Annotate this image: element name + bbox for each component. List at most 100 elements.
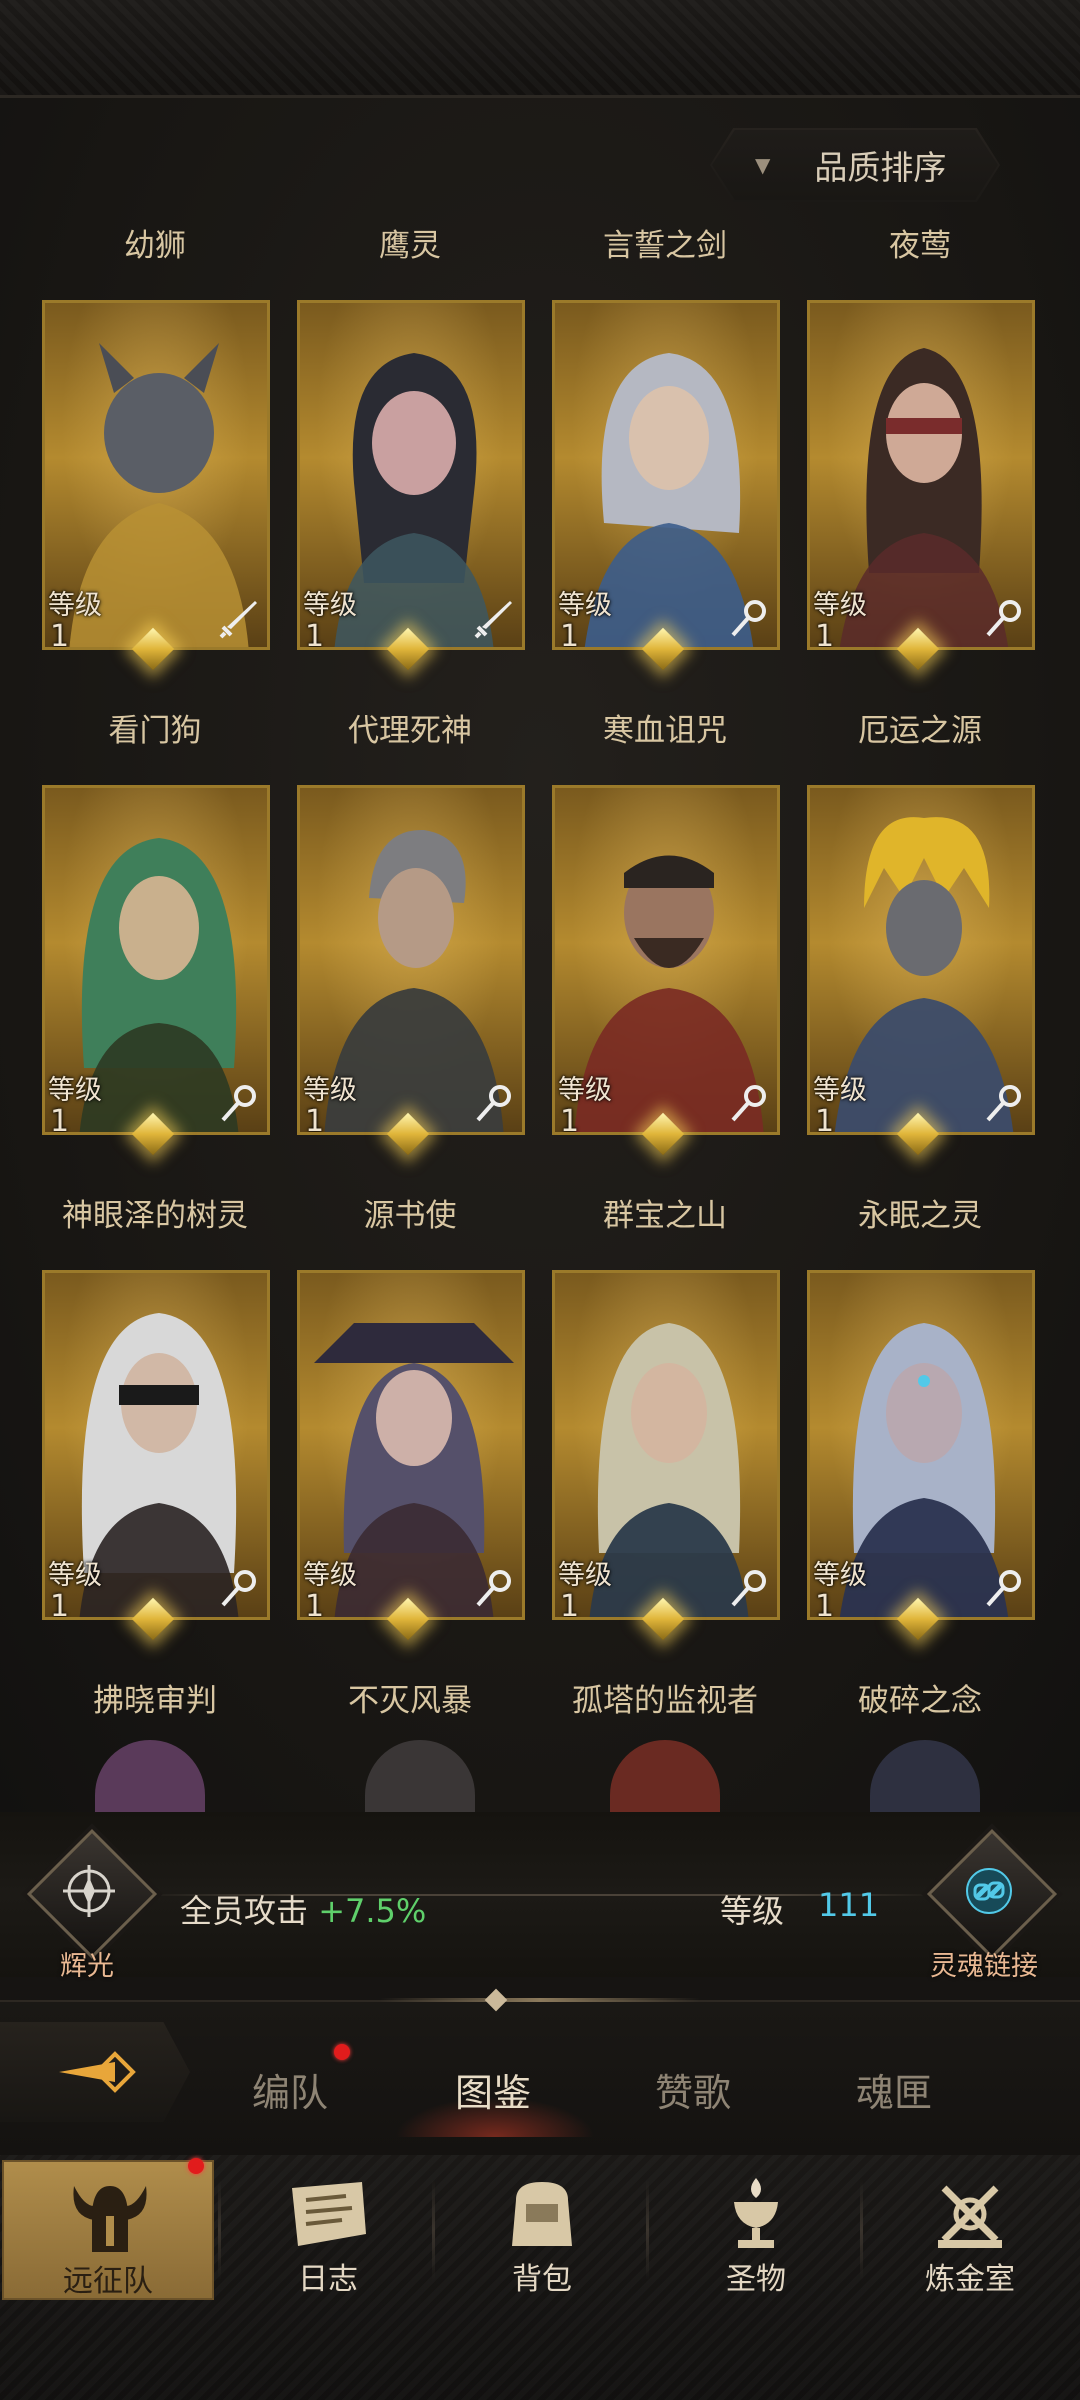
hero-card[interactable]: 等级 1 <box>297 785 525 1135</box>
level-value: 1 <box>560 619 580 650</box>
nav-journal[interactable]: 日志 <box>222 2160 434 2300</box>
tab-codex[interactable]: 图鉴 <box>455 2062 531 2117</box>
hero-card[interactable]: 等级 1 <box>552 300 780 650</box>
level-label: 等级 <box>813 590 867 621</box>
hero-card[interactable]: 等级 1 <box>807 300 1035 650</box>
hero-card[interactable]: 等级 1 <box>42 300 270 650</box>
radiance-label: 辉光 <box>60 1951 114 1982</box>
notification-badge <box>188 2158 204 2174</box>
soul-link-emblem[interactable] <box>926 1828 1058 1960</box>
staff-icon <box>731 1570 766 1607</box>
sword-icon <box>474 601 512 639</box>
top-ornament-band <box>0 0 1080 98</box>
level-value: 1 <box>50 1104 70 1135</box>
hero-name: 言誓之剑 <box>603 228 727 264</box>
hero-card-cell[interactable]: 厄运之源 等级 1 <box>795 695 1045 1180</box>
back-button[interactable] <box>0 2022 190 2122</box>
hero-name: 永眠之灵 <box>858 1198 982 1234</box>
radiance-emblem[interactable] <box>26 1828 158 1960</box>
hero-card-cell[interactable]: 源书使 等级 1 <box>285 1180 535 1665</box>
hero-card[interactable]: 等级 1 <box>807 785 1035 1135</box>
hero-name: 看门狗 <box>108 713 202 749</box>
level-label: 等级 <box>558 590 612 621</box>
nav-backpack[interactable]: 背包 <box>436 2160 648 2300</box>
hero-card[interactable]: 等级 1 <box>42 785 270 1135</box>
nav-label: 日志 <box>298 2262 358 2297</box>
hero-card[interactable]: 等级 1 <box>42 1270 270 1620</box>
staff-icon <box>221 1570 256 1607</box>
bonus-value: +7.5% <box>318 1892 427 1930</box>
sort-by-quality-button[interactable]: ▼ 品质排序 <box>710 128 1000 202</box>
level-value: 1 <box>815 619 835 650</box>
hero-name: 破碎之念 <box>858 1683 982 1719</box>
collection-bonus-bar <box>0 1812 1080 1977</box>
level-value: 1 <box>50 1589 70 1620</box>
level-label: 等级 <box>813 1560 867 1591</box>
level-label: 等级 <box>48 1075 102 1106</box>
nav-label: 炼金室 <box>925 2262 1015 2297</box>
hero-row: 神眼泽的树灵 等级 1 源书使 等级 1 群宝之山 等级 1 永眠之灵 等级 1 <box>0 1180 1080 1665</box>
hero-row: 幼狮 等级 1 鹰灵 等级 1 言誓之剑 等级 1 夜莺 等级 1 <box>0 210 1080 695</box>
hero-name: 厄运之源 <box>858 713 982 749</box>
staff-icon <box>986 600 1021 637</box>
hero-portrait <box>610 1740 720 1812</box>
level-label: 等级 <box>48 590 102 621</box>
soul-link-level-value: 111 <box>818 1886 880 1924</box>
level-value: 1 <box>305 1589 325 1620</box>
staff-icon <box>476 1570 511 1607</box>
nav-relics[interactable]: 圣物 <box>650 2160 862 2300</box>
hero-card-cell[interactable]: 看门狗 等级 1 <box>30 695 280 1180</box>
hero-name: 鹰灵 <box>379 228 441 264</box>
hero-card[interactable]: 等级 1 <box>552 785 780 1135</box>
level-label: 等级 <box>558 1560 612 1591</box>
hero-card[interactable]: 等级 1 <box>297 1270 525 1620</box>
compass-icon <box>63 1865 115 1917</box>
hero-card[interactable]: 等级 1 <box>297 300 525 650</box>
tab-hymn[interactable]: 赞歌 <box>655 2062 731 2117</box>
bag-icon <box>512 2182 572 2246</box>
hero-name: 不灭风暴 <box>348 1683 472 1719</box>
hero-card[interactable]: 等级 1 <box>552 1270 780 1620</box>
dropdown-triangle-icon: ▼ <box>755 153 771 177</box>
hero-card-cell[interactable]: 群宝之山 等级 1 <box>540 1180 790 1665</box>
level-label: 等级 <box>558 1075 612 1106</box>
level-value: 1 <box>815 1104 835 1135</box>
hero-card-cell[interactable]: 代理死神 等级 1 <box>285 695 535 1180</box>
hero-card-cell[interactable]: 神眼泽的树灵 等级 1 <box>30 1180 280 1665</box>
level-label: 等级 <box>303 590 357 621</box>
back-arrow-icon <box>59 2051 136 2093</box>
hero-card-cell[interactable]: 夜莺 等级 1 <box>795 210 1045 695</box>
hero-row: 看门狗 等级 1 代理死神 等级 1 寒血诅咒 等级 1 厄运之源 等级 1 <box>0 695 1080 1180</box>
hero-name: 夜莺 <box>889 228 951 264</box>
hero-name: 神眼泽的树灵 <box>62 1198 248 1234</box>
hero-card-cell[interactable]: 鹰灵 等级 1 <box>285 210 535 695</box>
hero-card-cell[interactable]: 永眠之灵 等级 1 <box>795 1180 1045 1665</box>
tab-formation[interactable]: 编队 <box>252 2062 328 2117</box>
level-label: 等级 <box>303 1560 357 1591</box>
nav-expedition[interactable]: 远征队 <box>2 2160 214 2300</box>
level-label: 等级 <box>813 1075 867 1106</box>
next-row-portraits <box>0 1722 1080 1812</box>
nav-label: 背包 <box>512 2262 572 2297</box>
nav-label: 远征队 <box>63 2264 153 2299</box>
hero-portrait <box>870 1740 980 1812</box>
hero-card[interactable]: 等级 1 <box>807 1270 1035 1620</box>
nav-label: 圣物 <box>726 2262 786 2297</box>
staff-icon <box>986 1570 1021 1607</box>
bonus-text: 全员攻击 <box>180 1892 309 1930</box>
level-label: 等级 <box>48 1560 102 1591</box>
sword-icon <box>219 601 257 639</box>
level-value: 1 <box>560 1104 580 1135</box>
hero-name: 孤塔的监视者 <box>572 1683 758 1719</box>
hero-portrait <box>365 1740 475 1812</box>
hero-card-cell[interactable]: 言誓之剑 等级 1 <box>540 210 790 695</box>
nav-alchemy-room[interactable]: 炼金室 <box>864 2160 1076 2300</box>
tab-soul-box[interactable]: 魂匣 <box>856 2062 932 2117</box>
chalice-icon <box>734 2178 778 2248</box>
level-value: 1 <box>305 619 325 650</box>
level-value: 1 <box>50 619 70 650</box>
hero-card-cell[interactable]: 幼狮 等级 1 <box>30 210 280 695</box>
staff-icon <box>731 1085 766 1122</box>
hero-card-cell[interactable]: 寒血诅咒 等级 1 <box>540 695 790 1180</box>
team-attack-bonus: 全员攻击 +7.5% <box>180 1886 426 1932</box>
